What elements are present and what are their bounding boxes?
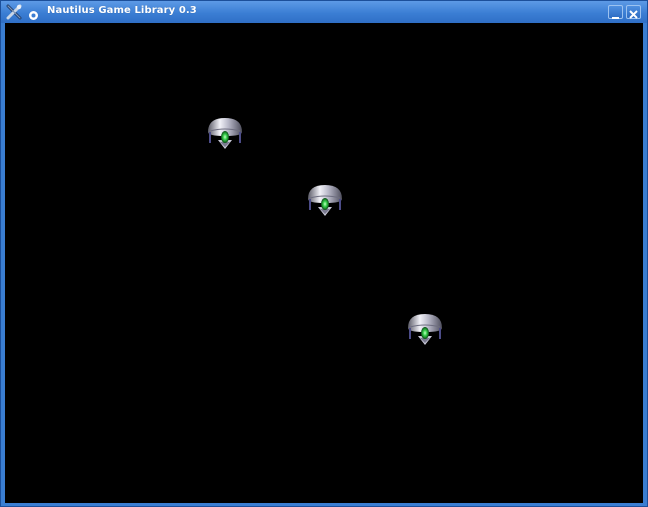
game-canvas[interactable] (5, 23, 643, 503)
minimize-button[interactable] (608, 5, 623, 19)
enemy-ship (405, 312, 445, 352)
app-icon[interactable] (6, 4, 23, 20)
title-bar[interactable]: Nautilus Game Library 0.3 (1, 1, 647, 23)
window-menu-icon[interactable] (28, 6, 39, 20)
minimize-icon (612, 17, 619, 19)
window-title: Nautilus Game Library 0.3 (47, 5, 197, 16)
close-icon (629, 10, 638, 19)
close-button[interactable] (626, 5, 641, 19)
app-window: Nautilus Game Library 0.3 (0, 0, 648, 507)
enemy-ship (305, 183, 345, 223)
enemy-ship (205, 116, 245, 156)
